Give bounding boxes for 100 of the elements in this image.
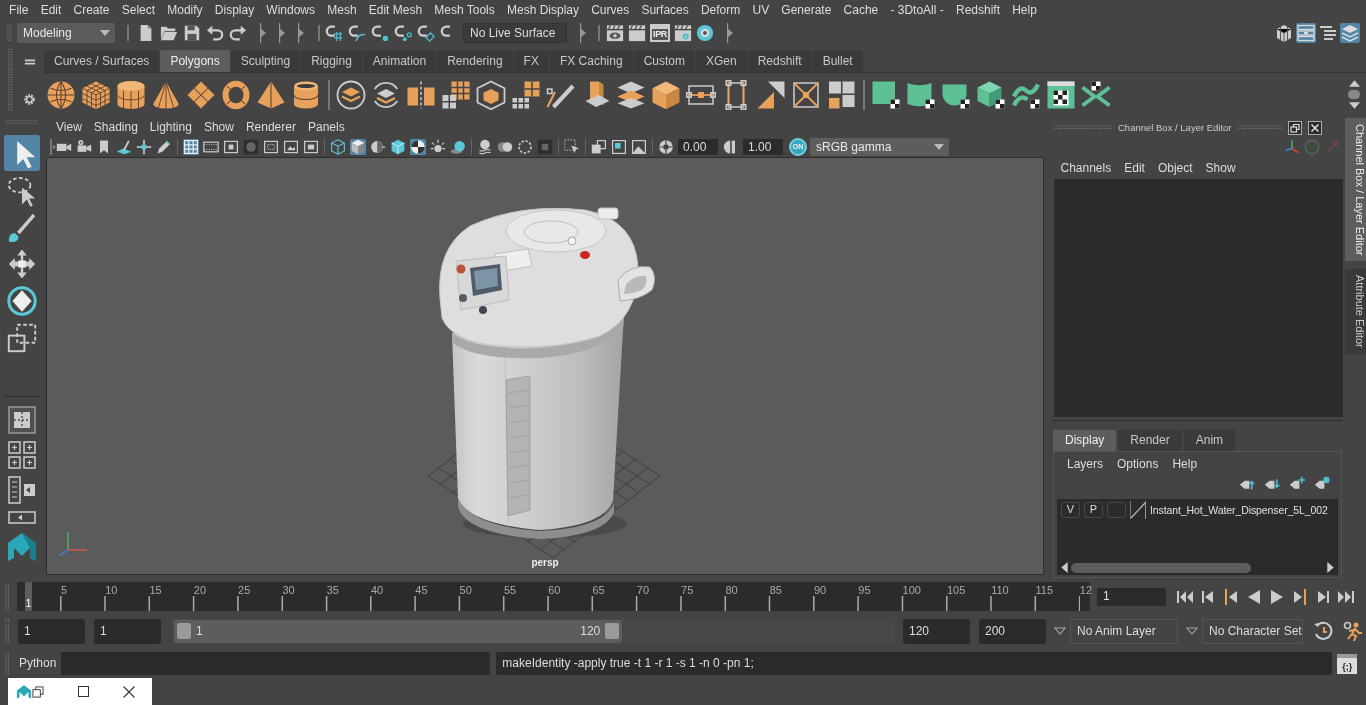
menu-lines-icon[interactable]	[23, 57, 36, 67]
magnet-curve-icon[interactable]	[348, 24, 366, 42]
caret-icon[interactable]	[1186, 627, 1198, 635]
maximize-icon[interactable]	[78, 686, 89, 697]
picture-frame-icon[interactable]	[283, 139, 299, 155]
checker-sphere-icon[interactable]	[410, 139, 426, 155]
grip-icon[interactable]	[1237, 125, 1282, 130]
grip-icon[interactable]	[5, 583, 10, 610]
tag-down-arrow-icon[interactable]	[1264, 476, 1280, 492]
layer-editor-tab[interactable]: Display	[1053, 430, 1117, 451]
checker-window-icon[interactable]	[1046, 79, 1076, 110]
shelf-tab[interactable]: FX Caching	[549, 50, 633, 72]
collapse-arrow-icon[interactable]	[50, 139, 56, 155]
grip-icon[interactable]	[5, 652, 10, 675]
menu-item[interactable]: Deform	[694, 3, 747, 18]
tag-dot-icon[interactable]	[1314, 476, 1330, 492]
tag-plus-icon[interactable]	[1289, 476, 1305, 492]
checker-square-icon[interactable]	[871, 79, 901, 110]
torus-icon[interactable]	[221, 79, 251, 110]
channel-box-menu-item[interactable]: Channels	[1054, 160, 1118, 176]
menu-item[interactable]: Surfaces	[635, 3, 695, 18]
dashed-select-cursor-icon[interactable]	[564, 139, 580, 155]
squares-icon[interactable]	[826, 79, 856, 110]
aperture-icon[interactable]	[658, 139, 674, 155]
wireframe-cube-icon[interactable]	[330, 139, 346, 155]
menu-item[interactable]: Redshift	[949, 3, 1007, 18]
magnet-point-icon[interactable]	[371, 24, 389, 42]
side-panel-tab[interactable]: Attribute Editor	[1345, 269, 1366, 355]
crosshair-icon[interactable]	[136, 139, 152, 155]
channel-box-menu-item[interactable]: Object	[1151, 160, 1200, 176]
running-figure-icon[interactable]	[1343, 621, 1363, 641]
diamond-in-ring-icon[interactable]	[4, 283, 40, 319]
channel-box-menu-item[interactable]: Show	[1199, 160, 1243, 176]
caret-icon[interactable]	[1054, 627, 1066, 635]
command-language-label[interactable]: Python	[19, 656, 57, 671]
side-panel-tab[interactable]: Channel Box / Layer Editor	[1345, 118, 1366, 262]
collapse-arrow-icon[interactable]	[727, 23, 733, 43]
animation-end-field[interactable]: 200	[979, 618, 1046, 644]
layers-in-circle-icon[interactable]	[336, 79, 366, 110]
viewport-menu-item[interactable]: Show	[197, 120, 240, 135]
range-handle-icon[interactable]	[177, 623, 191, 639]
scroll-handle-icon[interactable]	[1348, 90, 1360, 99]
sphere-shadow-icon[interactable]	[450, 139, 466, 155]
menu-item[interactable]: Cache	[837, 3, 885, 18]
menu-item[interactable]: UV	[746, 3, 776, 18]
menu-item[interactable]: Edit Mesh	[362, 3, 429, 18]
undo-icon[interactable]	[206, 24, 224, 42]
viewport-menu-item[interactable]: Lighting	[143, 120, 198, 135]
time-slider[interactable]: 5 10 15 20 25 30 35 40 45 50 55 60 65 70 75 80 85 90 95 100 105 110 115 12 1	[17, 582, 1090, 611]
menu-item[interactable]: Modify	[161, 3, 209, 18]
menu-item[interactable]: Select	[115, 3, 162, 18]
visibility-toggle[interactable]: V	[1061, 502, 1080, 518]
cube-icon[interactable]	[81, 79, 111, 110]
menu-item[interactable]: Windows	[260, 3, 322, 18]
clapboard-gear-icon[interactable]	[674, 24, 692, 42]
outline-list-icon[interactable]	[1318, 23, 1338, 43]
gear-icon[interactable]	[23, 93, 36, 106]
app-logo-icon[interactable]	[16, 683, 32, 700]
redo-icon[interactable]	[229, 24, 247, 42]
split-blocks-icon[interactable]	[406, 79, 436, 110]
menu-item[interactable]: Edit	[34, 3, 68, 18]
range-handle-icon[interactable]	[605, 623, 620, 639]
scroll-right-icon[interactable]	[1327, 562, 1334, 573]
layer-editor-tab[interactable]: Render	[1118, 430, 1182, 451]
animation-start-field[interactable]: 1	[18, 618, 85, 644]
close-icon[interactable]	[1307, 120, 1322, 135]
overlapping-circles-icon[interactable]	[497, 139, 513, 155]
grip-icon[interactable]	[7, 25, 12, 41]
pane-strip-icon[interactable]	[8, 511, 36, 524]
collapse-arrow-icon[interactable]	[298, 23, 304, 43]
checker-arrows-icon[interactable]	[1081, 79, 1111, 110]
inset-square-icon[interactable]	[537, 139, 553, 155]
shelf-tab[interactable]: Polygons	[160, 50, 230, 72]
scroll-left-icon[interactable]	[1061, 562, 1068, 573]
shelf-tab[interactable]: XGen	[695, 50, 747, 72]
layer-menu-item[interactable]: Help	[1165, 456, 1205, 472]
playback-end-field[interactable]: 120	[903, 618, 970, 644]
grid-blocks-icon[interactable]	[441, 79, 471, 110]
menu-set-dropdown[interactable]: Modeling	[17, 23, 115, 43]
single-pane-icon[interactable]	[8, 406, 36, 434]
layer-menu-item[interactable]: Options	[1110, 456, 1166, 472]
viewport-menu-item[interactable]: Renderer	[239, 120, 302, 135]
viewport-menu-item[interactable]: View	[50, 120, 88, 135]
stacked-planes-icon[interactable]	[616, 79, 646, 110]
cube-outline-icon[interactable]	[476, 79, 506, 110]
pencil-icon[interactable]	[156, 139, 172, 155]
current-frame-field[interactable]: 1	[1097, 587, 1166, 606]
menu-item[interactable]: Generate	[775, 3, 838, 18]
playback-toggle[interactable]: P	[1084, 502, 1103, 518]
shelf-tab[interactable]: Sculpting	[230, 50, 301, 72]
anim-layer-dropdown[interactable]: No Anim Layer	[1070, 618, 1178, 644]
menu-item[interactable]: - 3DtoAll -	[884, 3, 950, 18]
cone-icon[interactable]	[151, 79, 181, 110]
clapboard-eye-icon[interactable]	[606, 24, 624, 42]
collapse-arrow-icon[interactable]	[260, 23, 266, 43]
menu-item[interactable]: Mesh Tools	[428, 3, 501, 18]
menu-item[interactable]: Create	[67, 3, 116, 18]
menu-item[interactable]: File	[3, 3, 35, 18]
viewport-menu-item[interactable]: Panels	[301, 120, 351, 135]
float-window-icon[interactable]	[1287, 120, 1302, 135]
